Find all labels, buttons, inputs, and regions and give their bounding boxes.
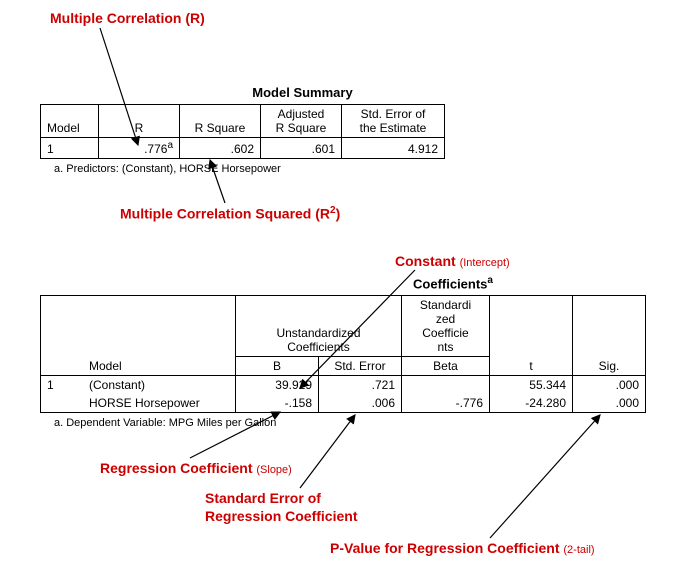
annotation-text: ) xyxy=(336,206,341,222)
cell-std-err: 4.912 xyxy=(342,138,445,159)
header-model: Model xyxy=(41,105,99,138)
header-r-square: R Square xyxy=(180,105,261,138)
table-row: Model Unstandardized Coefficients Standa… xyxy=(41,296,646,357)
annotation-reg-coef: Regression Coefficient (Slope) xyxy=(100,460,292,476)
value: .776 xyxy=(144,142,167,156)
cell-t: -24.280 xyxy=(490,394,573,413)
coefficients-title: Coefficientsa xyxy=(260,275,646,291)
annotation-pval: P-Value for Regression Coefficient (2-ta… xyxy=(330,540,595,556)
label: Unstandardized xyxy=(276,326,360,340)
cell-beta xyxy=(402,376,490,395)
cell-adj-r-square: .601 xyxy=(261,138,342,159)
title-sup: a xyxy=(487,275,493,286)
header-std: Standardi zed Coefficie nts xyxy=(402,296,490,357)
cell-se: .006 xyxy=(319,394,402,413)
header-t: t xyxy=(490,296,573,376)
annotation-multiple-r: Multiple Correlation (R) xyxy=(50,10,205,26)
coefficients-footnote: a. Dependent Variable: MPG Miles per Gal… xyxy=(40,417,646,429)
annotation-text: Constant xyxy=(395,253,456,269)
label: Adjusted xyxy=(278,107,325,121)
label: R Square xyxy=(276,121,327,135)
header-se: Std. Error xyxy=(319,357,402,376)
table-row: 1 .776a .602 .601 4.912 xyxy=(41,138,445,159)
cell-model: 1 xyxy=(41,376,84,413)
coefficients-section: Coefficientsa Model Unstandardized Coeff… xyxy=(40,275,646,429)
model-summary-footnote: a. Predictors: (Constant), HORSE Horsepo… xyxy=(40,163,445,175)
cell-r: .776a xyxy=(99,138,180,159)
annotation-sub: (2-tail) xyxy=(563,544,594,556)
annotation-sub: (Slope) xyxy=(256,464,291,476)
model-summary-table: Model R R Square Adjusted R Square Std. … xyxy=(40,104,445,159)
annotation-text: Multiple Correlation (R) xyxy=(50,10,205,26)
sup: a xyxy=(167,140,173,151)
annotation-text: Regression Coefficient xyxy=(205,508,357,524)
annotation-se-line1: Standard Error of xyxy=(205,490,321,506)
label: Standardi xyxy=(420,298,471,312)
cell-name: HORSE Horsepower xyxy=(83,394,236,413)
label: Sig. xyxy=(579,359,639,373)
header-r: R xyxy=(99,105,180,138)
label: the Estimate xyxy=(360,121,427,135)
annotation-se-line2: Regression Coefficient xyxy=(205,508,357,524)
arrow-pval xyxy=(490,415,600,538)
annotation-sub: (Intercept) xyxy=(460,257,510,269)
annotation-text: Regression Coefficient xyxy=(100,460,252,476)
model-summary-section: Model Summary Model R R Square Adjusted … xyxy=(40,85,445,175)
label: Coefficients xyxy=(287,340,349,354)
annotation-multiple-r2: Multiple Correlation Squared (R2) xyxy=(120,205,340,222)
label: t xyxy=(496,359,566,373)
label: Coefficie xyxy=(422,326,468,340)
annotation-constant: Constant (Intercept) xyxy=(395,253,510,269)
header-adj-r-square: Adjusted R Square xyxy=(261,105,342,138)
table-row: Model R R Square Adjusted R Square Std. … xyxy=(41,105,445,138)
cell-name: (Constant) xyxy=(83,376,236,395)
header-std-err: Std. Error of the Estimate xyxy=(342,105,445,138)
header-beta: Beta xyxy=(402,357,490,376)
annotation-text: Standard Error of xyxy=(205,490,321,506)
cell-b: 39.929 xyxy=(236,376,319,395)
cell-b: -.158 xyxy=(236,394,319,413)
label: Std. Error of xyxy=(361,107,426,121)
header-model: Model xyxy=(83,296,236,376)
cell-se: .721 xyxy=(319,376,402,395)
table-row: HORSE Horsepower -.158 .006 -.776 -24.28… xyxy=(41,394,646,413)
header-sig: Sig. xyxy=(573,296,646,376)
annotation-text: Multiple Correlation Squared (R xyxy=(120,206,330,222)
cell-t: 55.344 xyxy=(490,376,573,395)
label: zed xyxy=(436,312,455,326)
model-summary-title: Model Summary xyxy=(160,85,445,100)
label: Model xyxy=(89,359,229,373)
title-text: Coefficients xyxy=(413,276,487,291)
table-row: 1 (Constant) 39.929 .721 55.344 .000 xyxy=(41,376,646,395)
cell-model: 1 xyxy=(41,138,99,159)
cell-sig: .000 xyxy=(573,376,646,395)
header-b: B xyxy=(236,357,319,376)
label: nts xyxy=(437,340,453,354)
cell-r-square: .602 xyxy=(180,138,261,159)
cell-beta: -.776 xyxy=(402,394,490,413)
annotation-text: P-Value for Regression Coefficient xyxy=(330,540,560,556)
header-unstd: Unstandardized Coefficients xyxy=(236,296,402,357)
cell-sig: .000 xyxy=(573,394,646,413)
coefficients-table: Model Unstandardized Coefficients Standa… xyxy=(40,295,646,413)
